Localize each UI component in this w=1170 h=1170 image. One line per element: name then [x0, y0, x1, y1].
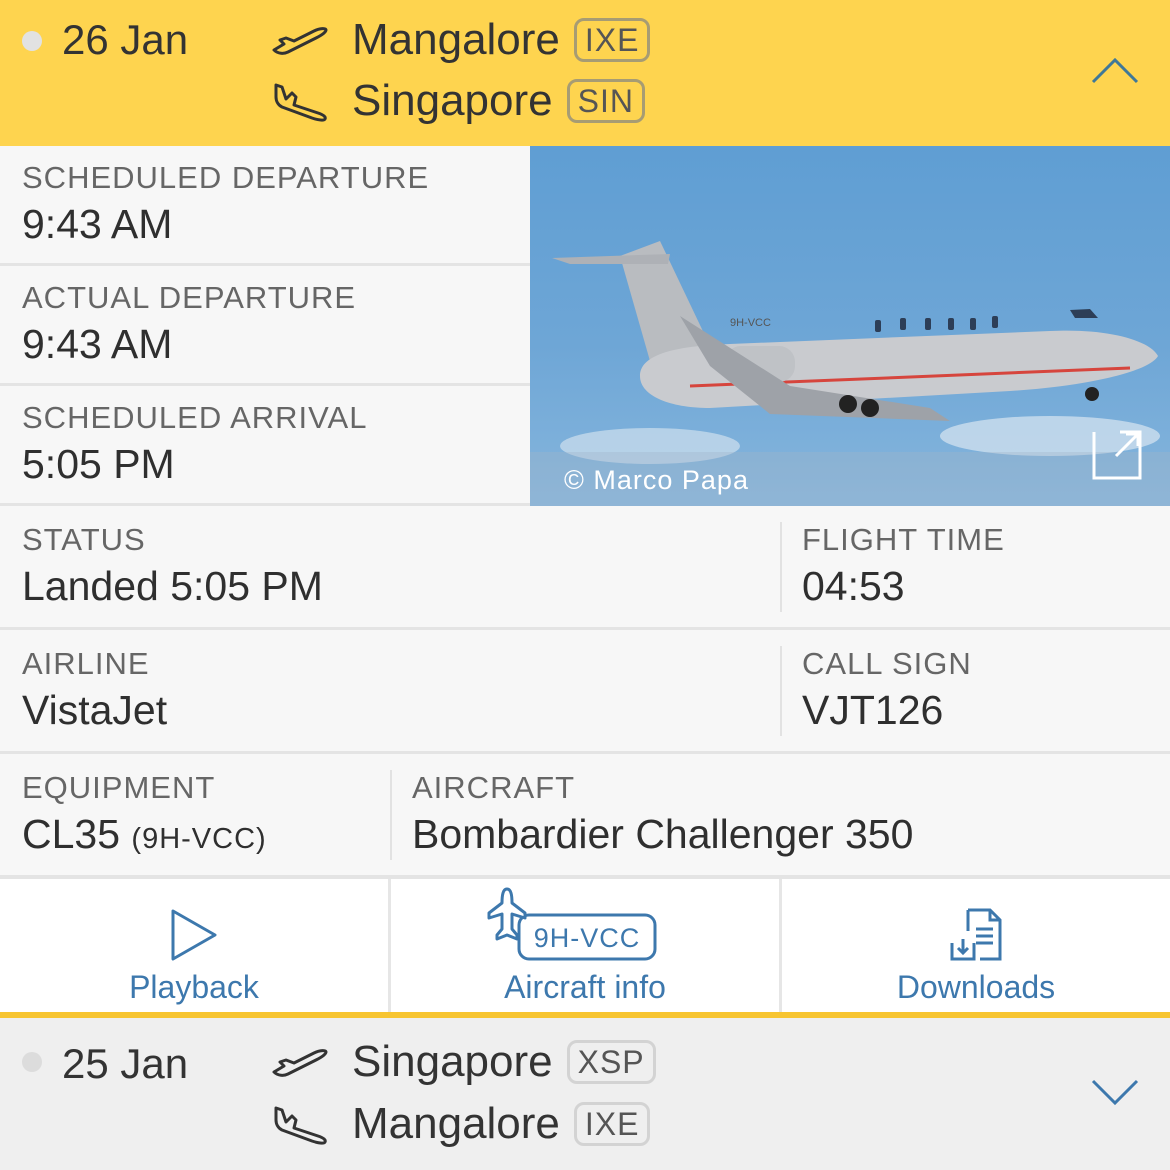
destination-row: Singapore SIN: [270, 73, 645, 129]
aircraft-photo[interactable]: 9H-VCC © Marco Papa: [530, 146, 1170, 506]
equipment-value: CL35 (9H-VCC): [22, 808, 390, 865]
equipment-cell: EQUIPMENT CL35 (9H-VCC): [0, 754, 390, 875]
origin-row: Mangalore IXE: [270, 12, 651, 68]
status-dot: [22, 1052, 42, 1072]
scheduled-departure: SCHEDULED DEPARTURE 9:43 AM: [0, 146, 530, 266]
chevron-down-icon[interactable]: [1090, 1076, 1140, 1108]
aircraft-info-label: Aircraft info: [504, 969, 666, 1005]
status-cell: STATUS Landed 5:05 PM: [0, 506, 780, 627]
aircraft-badge: 9H-VCC: [534, 923, 641, 953]
action-bar: Playback 9H-VCC Aircraft info Downloads: [0, 876, 1170, 1014]
equipment-type: CL35: [22, 811, 121, 857]
playback-button[interactable]: Playback: [0, 879, 391, 1014]
airline-cell: AIRLINE VistaJet: [0, 630, 780, 751]
origin-code: IXE: [573, 18, 651, 62]
destination-code: SIN: [566, 79, 645, 123]
flight-header-26-jan[interactable]: 26 Jan Mangalore IXE Singapore SIN: [0, 0, 1170, 146]
playback-label: Playback: [129, 969, 259, 1005]
times-panel: SCHEDULED DEPARTURE 9:43 AM ACTUAL DEPAR…: [0, 146, 530, 506]
aircraft-cell: AIRCRAFT Bombardier Challenger 350: [390, 754, 1170, 875]
airline-row: AIRLINE VistaJet CALL SIGN VJT126: [0, 630, 1170, 754]
external-link-icon[interactable]: [1090, 428, 1144, 482]
status-value: Landed 5:05 PM: [22, 563, 323, 609]
scheduled-departure-value: 9:43 AM: [22, 201, 173, 247]
scheduled-departure-label: SCHEDULED DEPARTURE: [22, 160, 430, 195]
aircraft-label: AIRCRAFT: [412, 770, 575, 805]
equipment-row: EQUIPMENT CL35 (9H-VCC) AIRCRAFT Bombard…: [0, 754, 1170, 878]
flight-date: 25 Jan: [62, 1040, 189, 1087]
aircraft-info-button[interactable]: 9H-VCC Aircraft info: [391, 879, 782, 1014]
flight-time-cell: FLIGHT TIME 04:53: [780, 506, 1170, 627]
tail-marking: 9H-VCC: [730, 317, 771, 329]
flight-date: 26 Jan: [62, 16, 189, 63]
destination-code: IXE: [573, 1102, 651, 1146]
scheduled-arrival-value: 5:05 PM: [22, 441, 175, 487]
status-label: STATUS: [22, 522, 146, 557]
origin-city: Singapore: [352, 1037, 553, 1086]
airline-value: VistaJet: [22, 687, 168, 733]
scheduled-arrival: SCHEDULED ARRIVAL 5:05 PM: [0, 386, 530, 506]
destination-row: Mangalore IXE: [270, 1096, 651, 1152]
flight-time-value: 04:53: [802, 563, 905, 609]
scheduled-arrival-label: SCHEDULED ARRIVAL: [22, 400, 368, 435]
airplane-icon: 9H-VCC: [487, 887, 657, 961]
flight-header-25-jan[interactable]: 25 Jan Singapore XSP Mangalore IXE: [0, 1018, 1170, 1170]
origin-row: Singapore XSP: [270, 1034, 656, 1090]
plane-takeoff-icon: [270, 16, 332, 64]
downloads-label: Downloads: [896, 969, 1056, 1005]
call-sign-label: CALL SIGN: [802, 646, 972, 681]
plane-landing-icon: [270, 77, 332, 125]
aircraft-value: Bombardier Challenger 350: [412, 811, 914, 857]
actual-departure: ACTUAL DEPARTURE 9:43 AM: [0, 266, 530, 386]
call-sign-cell: CALL SIGN VJT126: [780, 630, 1170, 751]
plane-landing-icon: [270, 1100, 332, 1148]
photo-credit: © Marco Papa: [564, 465, 749, 495]
status-row: STATUS Landed 5:05 PM FLIGHT TIME 04:53: [0, 506, 1170, 630]
status-dot: [22, 31, 42, 51]
destination-city: Singapore: [352, 76, 553, 125]
origin-city: Mangalore: [352, 15, 560, 64]
airline-label: AIRLINE: [22, 646, 150, 681]
equipment-registration: (9H-VCC): [131, 823, 267, 855]
origin-code: XSP: [566, 1040, 656, 1084]
call-sign-value: VJT126: [802, 687, 944, 733]
downloads-button[interactable]: Downloads: [782, 879, 1170, 1014]
chevron-up-icon[interactable]: [1090, 55, 1140, 87]
document-download-icon: [950, 908, 1002, 961]
equipment-label: EQUIPMENT: [22, 770, 216, 805]
actual-departure-label: ACTUAL DEPARTURE: [22, 280, 357, 315]
play-icon: [171, 909, 217, 961]
destination-city: Mangalore: [352, 1099, 560, 1148]
actual-departure-value: 9:43 AM: [22, 321, 173, 367]
flight-time-label: FLIGHT TIME: [802, 522, 1005, 557]
plane-takeoff-icon: [270, 1038, 332, 1086]
